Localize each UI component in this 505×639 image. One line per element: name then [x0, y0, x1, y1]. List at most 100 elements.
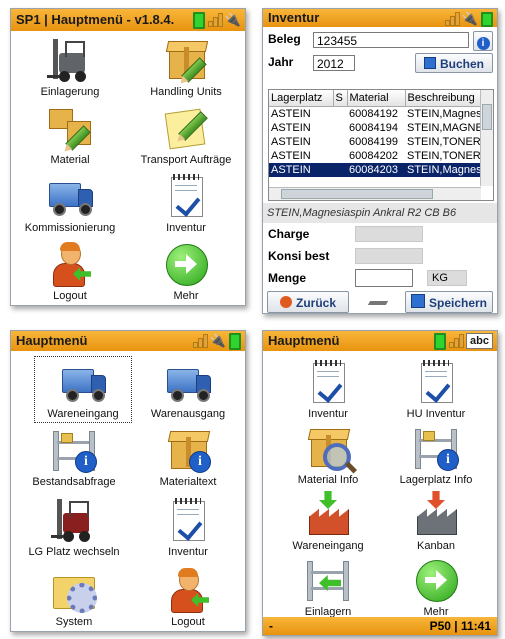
- menu-logout[interactable]: Logout: [133, 567, 243, 628]
- cell: 60084192: [349, 108, 398, 120]
- table-row[interactable]: ASTEIN 60084192 STEIN,Magnesi: [269, 107, 481, 122]
- signal-icon: [207, 12, 223, 27]
- menu-inventur[interactable]: Inventur: [273, 359, 383, 420]
- jahr-label: Jahr: [268, 55, 294, 69]
- input-mode-indicator[interactable]: abc: [466, 333, 493, 349]
- info-button[interactable]: i: [473, 31, 493, 51]
- status-clock: P50 | 11:41: [429, 619, 491, 633]
- factory-kanban-icon: [413, 491, 459, 537]
- truck-icon: [60, 359, 106, 405]
- box-magnifier-icon: [305, 425, 351, 471]
- menu-mehr[interactable]: Mehr: [381, 557, 491, 618]
- menu-inventur[interactable]: Inventur: [133, 497, 243, 558]
- rack-info-icon: i: [413, 425, 459, 471]
- menu-label: Lagerplatz Info: [399, 474, 473, 486]
- speichern-label: Speichern: [428, 296, 488, 310]
- table-row-selected[interactable]: ASTEIN 60084203 STEIN,Magnesi: [269, 163, 481, 177]
- rack-info-icon: i: [51, 427, 97, 473]
- notepad-pencil-icon: [163, 105, 209, 151]
- clipboard-check-icon: [413, 359, 459, 405]
- menu-hu-inventur[interactable]: HU Inventur: [381, 359, 491, 420]
- konsi-field: [355, 248, 423, 264]
- menu-einlagerung[interactable]: Einlagerung: [15, 37, 125, 98]
- zurueck-button[interactable]: Zurück: [267, 291, 349, 313]
- buchen-label: Buchen: [439, 57, 484, 71]
- cell: ASTEIN: [271, 108, 311, 120]
- menu-label: Wareneingang: [47, 408, 119, 420]
- cell: [333, 135, 347, 149]
- menu-kommissionierung[interactable]: Kommissionierung: [15, 173, 125, 234]
- window-title: SP1 | Hauptmenü - v1.8.4.: [16, 12, 175, 27]
- cell: [333, 163, 347, 177]
- speichern-button[interactable]: Speichern: [405, 291, 493, 313]
- cell: 60084199: [349, 136, 398, 148]
- table-row[interactable]: ASTEIN 60084202 STEIN,TONERDE: [269, 149, 481, 163]
- menu-label: Transport Aufträge: [140, 154, 232, 166]
- zurueck-label: Zurück: [295, 296, 336, 310]
- beleg-label: Beleg: [268, 32, 301, 46]
- signal-icon: [449, 333, 465, 348]
- main-menu-panel-2: Hauptmenü 🔌 Wareneingang Warenausgang i …: [10, 330, 246, 632]
- menu-handling-units[interactable]: Handling Units: [131, 37, 241, 98]
- connection-icon: 🔌: [224, 12, 241, 27]
- menu-wareneingang[interactable]: Wareneingang: [273, 491, 383, 552]
- menu-wareneingang[interactable]: Wareneingang: [34, 356, 132, 423]
- menu-transport-auftraege[interactable]: Transport Aufträge: [131, 105, 241, 166]
- menge-label: Menge: [268, 271, 307, 285]
- menu-system[interactable]: System: [19, 567, 129, 628]
- status-left: -: [269, 619, 273, 633]
- menu-label: Handling Units: [150, 86, 222, 98]
- menu-kanban[interactable]: Kanban: [381, 491, 491, 552]
- info-icon: i: [476, 37, 490, 50]
- menu-label: Inventur: [168, 546, 208, 558]
- back-icon: [279, 296, 292, 308]
- menu-material-info[interactable]: Material Info: [273, 425, 383, 486]
- menu-materialtext[interactable]: i Materialtext: [133, 427, 243, 488]
- cell: 60084194: [349, 122, 398, 134]
- inventory-table[interactable]: Lagerplatz S Material Beschreibung ASTEI…: [268, 89, 494, 201]
- menu-lagerplatz-info[interactable]: i Lagerplatz Info: [381, 425, 491, 486]
- title-bar: Hauptmenü abc: [263, 331, 497, 351]
- truck-icon: [47, 173, 93, 219]
- material-description: STEIN,Magnesiaspin Ankral R2 CB B6: [263, 203, 497, 223]
- menu-label: System: [55, 616, 93, 628]
- menu-label: Wareneingang: [292, 540, 364, 552]
- user-logout-icon: [47, 241, 93, 287]
- box-pencil-icon: [163, 37, 209, 83]
- menu-lg-platz-wechseln[interactable]: LG Platz wechseln: [19, 497, 129, 558]
- table-row[interactable]: ASTEIN 60084194 STEIN,MAGNES: [269, 121, 481, 135]
- cell: ASTEIN: [269, 163, 333, 177]
- column-header[interactable]: Beschreibung: [405, 90, 482, 107]
- buchen-button[interactable]: Buchen: [415, 53, 493, 73]
- user-logout-icon: [165, 567, 211, 613]
- title-bar: Inventur 🔌: [263, 9, 497, 27]
- menu-label: Bestandsabfrage: [32, 476, 116, 488]
- window-title: Inventur: [268, 10, 320, 25]
- signal-icon: [192, 333, 208, 348]
- horizontal-scrollbar[interactable]: [269, 187, 481, 200]
- menu-label: Einlagerung: [40, 86, 100, 98]
- table-row[interactable]: ASTEIN 60084199 STEIN,TONERDE: [269, 135, 481, 149]
- battery-icon: [229, 332, 241, 350]
- menu-einlagern[interactable]: Einlagern: [273, 557, 383, 618]
- column-header[interactable]: S: [333, 90, 348, 107]
- truck-icon: [165, 359, 211, 405]
- menu-inventur[interactable]: Inventur: [131, 173, 241, 234]
- clipboard-check-icon: [305, 359, 351, 405]
- menge-input[interactable]: [355, 269, 413, 287]
- column-header[interactable]: Material: [347, 90, 406, 107]
- cell: STEIN,TONERDE: [407, 150, 481, 162]
- vertical-scrollbar[interactable]: [480, 90, 493, 186]
- charge-label: Charge: [268, 227, 310, 241]
- jahr-input[interactable]: 2012: [313, 55, 355, 71]
- menu-mehr[interactable]: Mehr: [131, 241, 241, 302]
- beleg-input[interactable]: 123455: [313, 32, 469, 48]
- box-info-icon: i: [165, 427, 211, 473]
- menu-bestandsabfrage[interactable]: i Bestandsabfrage: [19, 427, 129, 488]
- menu-logout[interactable]: Logout: [15, 241, 125, 302]
- menu-warenausgang[interactable]: Warenausgang: [133, 359, 243, 420]
- keyboard-icon[interactable]: [367, 301, 389, 305]
- menu-material[interactable]: Material: [15, 105, 125, 166]
- charge-field: [355, 226, 423, 242]
- column-header[interactable]: Lagerplatz: [269, 90, 334, 107]
